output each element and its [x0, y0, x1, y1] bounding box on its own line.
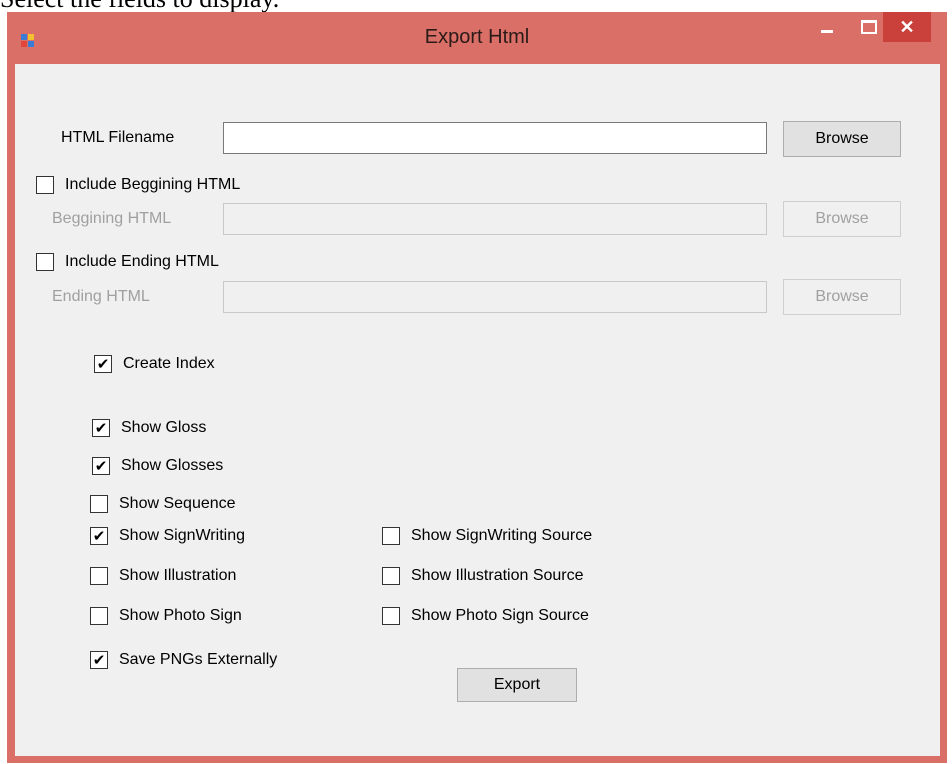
include-ending-checkbox[interactable]: Include Ending HTML [36, 253, 219, 271]
check-icon: ✔ [90, 651, 108, 669]
check-icon [382, 527, 400, 545]
show-glosses-checkbox[interactable]: ✔ Show Glosses [92, 457, 223, 475]
html-filename-input[interactable] [223, 122, 767, 154]
show-photo-sign-checkbox[interactable]: Show Photo Sign [90, 607, 242, 625]
check-icon: ✔ [94, 355, 112, 373]
ending-html-label: Ending HTML [52, 288, 150, 305]
maximize-icon [861, 20, 877, 34]
save-pngs-externally-checkbox[interactable]: ✔ Save PNGs Externally [90, 651, 277, 669]
check-icon [382, 607, 400, 625]
beginning-html-label: Beggining HTML [52, 210, 172, 227]
check-icon [90, 607, 108, 625]
beginning-browse-button[interactable]: Browse [783, 201, 901, 237]
check-icon: ✔ [92, 419, 110, 437]
show-gloss-checkbox[interactable]: ✔ Show Gloss [92, 419, 206, 437]
close-icon: ✕ [899, 16, 915, 37]
check-icon [382, 567, 400, 585]
show-photo-sign-source-checkbox[interactable]: Show Photo Sign Source [382, 607, 589, 625]
export-html-window: Export Html ✕ HTML Filename Browse Inclu… [7, 12, 947, 763]
include-beginning-checkbox[interactable]: Include Beggining HTML [36, 176, 240, 194]
create-index-checkbox[interactable]: ✔ Create Index [94, 355, 215, 373]
check-icon: ✔ [92, 457, 110, 475]
minimize-button[interactable] [807, 12, 847, 42]
show-sequence-checkbox[interactable]: Show Sequence [90, 495, 236, 513]
html-filename-browse-button[interactable]: Browse [783, 121, 901, 157]
minimize-icon [821, 29, 833, 33]
export-button[interactable]: Export [457, 668, 577, 702]
dialog-body: HTML Filename Browse Include Beggining H… [15, 64, 940, 756]
checkbox-box [36, 176, 54, 194]
check-icon [90, 495, 108, 513]
show-signwriting-checkbox[interactable]: ✔ Show SignWriting [90, 527, 245, 545]
title-bar[interactable]: Export Html ✕ [7, 12, 947, 64]
check-icon: ✔ [90, 527, 108, 545]
check-icon [90, 567, 108, 585]
ending-html-input[interactable] [223, 281, 767, 313]
checkbox-box [36, 253, 54, 271]
close-button[interactable]: ✕ [883, 12, 931, 42]
show-signwriting-source-checkbox[interactable]: Show SignWriting Source [382, 527, 592, 545]
ending-browse-button[interactable]: Browse [783, 279, 901, 315]
window-title: Export Html [424, 26, 530, 48]
show-illustration-source-checkbox[interactable]: Show Illustration Source [382, 567, 584, 585]
beginning-html-input[interactable] [223, 203, 767, 235]
html-filename-label: HTML Filename [61, 129, 175, 146]
show-illustration-checkbox[interactable]: Show Illustration [90, 567, 236, 585]
